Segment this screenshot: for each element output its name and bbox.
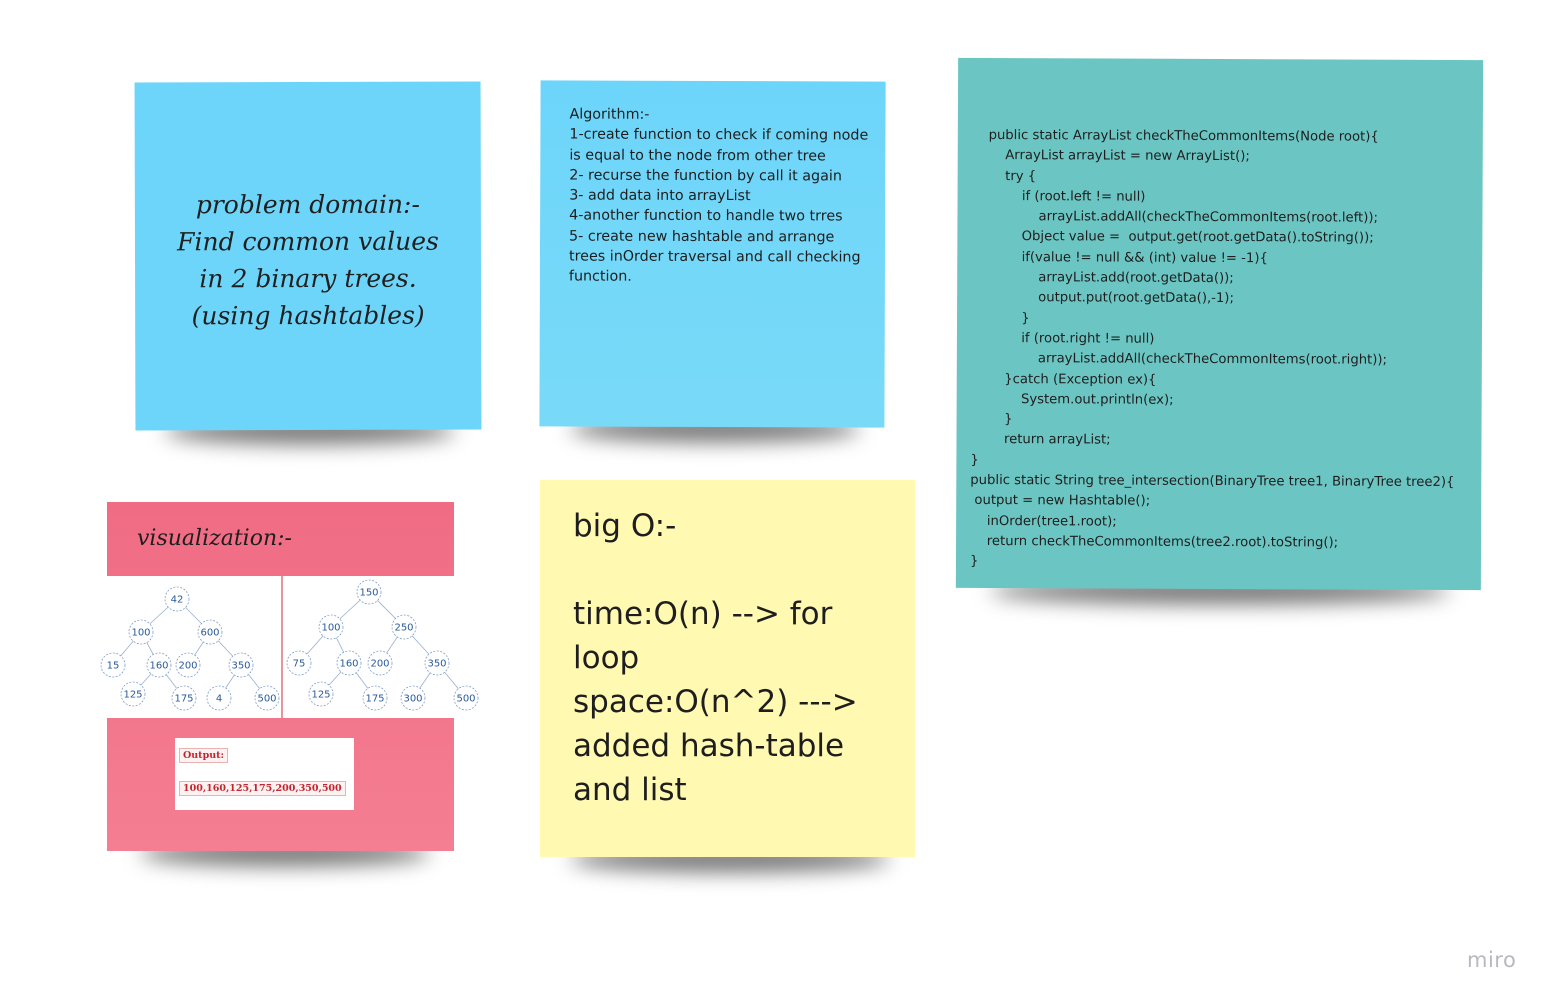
miro-logo[interactable]: miro (1467, 948, 1516, 972)
tree-node-label: 250 (394, 623, 413, 634)
note-line: 1-create function to check if coming nod… (569, 126, 869, 144)
note-line: (using hashtables) (191, 300, 425, 331)
tree-node-label: 100 (321, 623, 340, 634)
note-line: Algorithm:- (569, 106, 650, 123)
code-line: } (969, 554, 979, 570)
tree-node-label: 150 (359, 588, 378, 599)
tree-node-label: 100 (131, 628, 150, 639)
tree-node-label: 160 (149, 661, 168, 672)
code-line: Object value = output.get(root.getData()… (971, 229, 1374, 247)
tree-node-label: 300 (403, 694, 422, 705)
tree-node-label: 125 (311, 690, 330, 701)
code-line: public static String tree_intersection(B… (970, 472, 1455, 491)
sticky-note-code[interactable]: public static ArrayList checkTheCommonIt… (955, 57, 1484, 591)
tree-node-label: 175 (174, 694, 193, 705)
note-line: 3- add data into arrayList (569, 187, 751, 205)
note-line: 4-another function to handle two trres (569, 207, 843, 225)
code-line: output.put(root.getData(),-1); (971, 290, 1234, 307)
note-line: is equal to the node from other tree (569, 147, 826, 164)
code-line: if(value != null && (int) value != -1){ (971, 249, 1268, 266)
tree-2: 150 100 250 75 160 200 350 125 175 300 500 (286, 579, 479, 711)
code-line: } (970, 452, 979, 468)
note-line: Find common values (177, 226, 439, 257)
note-line: trees inOrder traversal and call checkin… (568, 248, 861, 266)
output-label: Output: (179, 748, 229, 763)
code-line: if (root.right != null) (970, 330, 1155, 347)
code-line: arrayList.add(root.getData()); (971, 269, 1234, 287)
code-line: if (root.left != null) (971, 188, 1146, 205)
note-line: and list (573, 772, 687, 808)
code-line: ArrayList arrayList = new ArrayList(); (971, 148, 1250, 165)
tree-node-label: 500 (257, 694, 276, 705)
tree-1: 42 100 600 15 160 200 350 125 175 4 500 (100, 586, 280, 711)
code-line: } (970, 310, 1030, 326)
code-line: output = new Hashtable(); (970, 493, 1151, 510)
code-line: }catch (Exception ex){ (970, 371, 1157, 388)
sticky-note-big-o[interactable]: big O:- time:O(n) --> for loop space:O(n… (540, 480, 915, 857)
tree-node-label: 75 (293, 659, 306, 670)
code-line: return checkTheCommonItems(tree2.root).t… (970, 533, 1339, 551)
note-line: added hash-table (573, 728, 845, 764)
code-line: public static ArrayList checkTheCommonIt… (971, 127, 1379, 145)
tree-node-label: 350 (231, 661, 250, 672)
code-line: arrayList.addAll(checkTheCommonItems(roo… (971, 209, 1379, 226)
note-line: function. (568, 268, 632, 286)
note-line: 5- create new hashtable and arrange (569, 228, 835, 246)
tree-node-label: 600 (200, 628, 219, 639)
code-line: try { (971, 168, 1037, 184)
code-line: arrayList.addAll(checkTheCommonItems(roo… (970, 351, 1388, 368)
tree-node-label: 500 (456, 694, 475, 705)
code-line: } (970, 412, 1013, 428)
tree-node-label: 160 (339, 659, 358, 670)
note-line: time:O(n) --> for (573, 596, 833, 632)
note-line (573, 548, 915, 592)
tree-node-label: 42 (171, 595, 184, 606)
code-line: return arrayList; (970, 432, 1111, 448)
tree-node-label: 4 (216, 694, 222, 705)
note-line: space:O(n^2) ---> (573, 684, 858, 720)
note-line: loop (573, 640, 640, 676)
tree-node-label: 15 (107, 661, 120, 672)
note-line: in 2 binary trees. (199, 263, 417, 294)
tree-node-label: 200 (370, 659, 389, 670)
sticky-note-problem-domain[interactable]: problem domain:- Find common values in 2… (134, 81, 482, 431)
note-line: big O:- (573, 508, 677, 544)
note-line: 2- recurse the function by call it again (569, 167, 842, 185)
output-image[interactable]: Output: 100,160,125,175,200,350,500 (175, 738, 354, 810)
tree-node-label: 175 (365, 694, 384, 705)
visualization-title: visualization:- (137, 526, 292, 551)
tree-node-label: 350 (427, 659, 446, 670)
code-line: System.out.println(ex); (970, 391, 1174, 408)
problem-domain-text: problem domain:- Find common values in 2… (177, 178, 439, 335)
note-line: problem domain:- (195, 189, 420, 220)
output-value: 100,160,125,175,200,350,500 (179, 781, 346, 796)
binary-trees-diagram: 42 100 600 15 160 200 350 125 175 4 500 150 100 250 7… (100, 576, 479, 718)
code-line: inOrder(tree1.root); (970, 513, 1117, 530)
tree-node-label: 200 (178, 661, 197, 672)
tree-node-label: 125 (123, 690, 142, 701)
binary-trees-image[interactable]: 42 100 600 15 160 200 350 125 175 4 500 150 100 250 7… (95, 576, 480, 718)
sticky-note-algorithm[interactable]: Algorithm:- 1-create function to check i… (539, 80, 886, 428)
